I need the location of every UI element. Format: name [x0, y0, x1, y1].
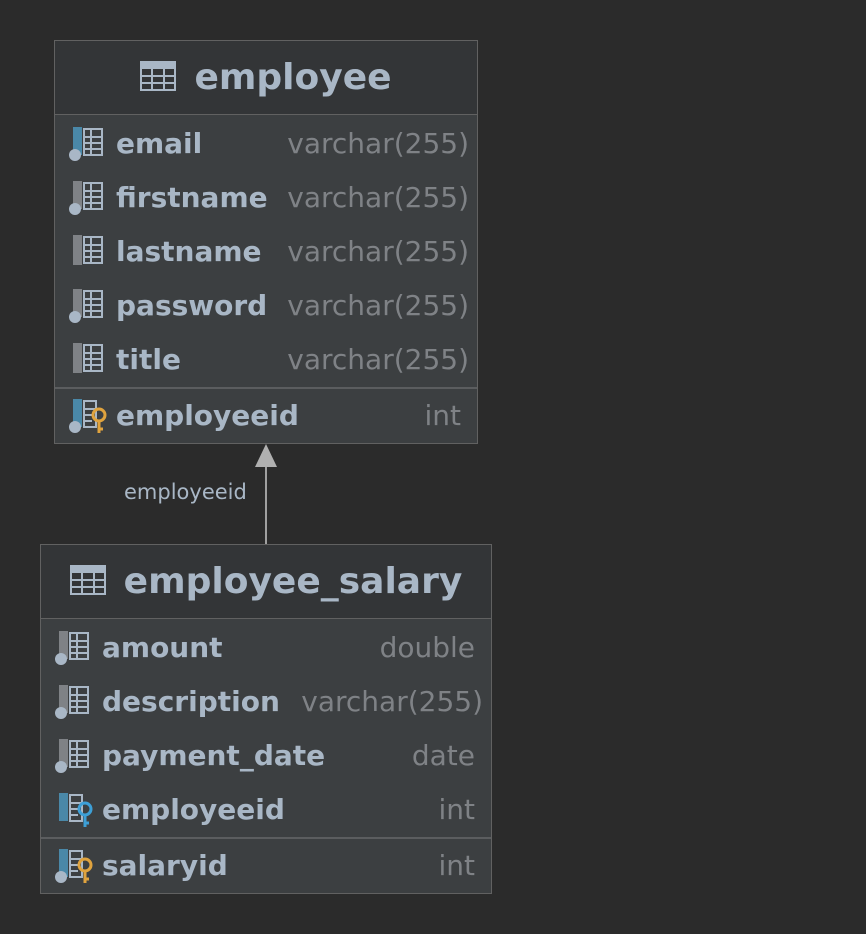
column-notnull-icon [67, 289, 107, 329]
foreign-key-icon [53, 793, 93, 833]
column-row[interactable]: employeeid int [41, 783, 491, 837]
primary-key-icon [67, 399, 107, 439]
column-row[interactable]: title varchar(255) [55, 333, 477, 387]
column-row[interactable]: lastname varchar(255) [55, 225, 477, 279]
entity-title: employee_salary [123, 561, 463, 602]
column-type: varchar(255) [287, 343, 469, 376]
primary-key-list: employeeid int [55, 389, 477, 443]
primary-key-list: salaryid int [41, 839, 491, 893]
column-name: title [116, 343, 181, 376]
column-type: varchar(255) [287, 289, 469, 322]
column-row[interactable]: email varchar(255) [55, 117, 477, 171]
column-name: lastname [116, 235, 262, 268]
column-name: email [116, 127, 203, 160]
column-name: salaryid [102, 849, 228, 882]
column-type: varchar(255) [287, 235, 469, 268]
column-notnull-icon [53, 739, 93, 779]
column-type: int [438, 793, 475, 826]
column-name: employeeid [116, 399, 299, 432]
relation-label: employeeid [124, 480, 247, 504]
column-type: double [379, 631, 475, 664]
column-notnull-icon [53, 631, 93, 671]
column-name: password [116, 289, 268, 322]
column-row[interactable]: password varchar(255) [55, 279, 477, 333]
column-notnull-icon [53, 685, 93, 725]
column-row[interactable]: amount double [41, 621, 491, 675]
column-list: email varchar(255) firstname varchar(255… [55, 115, 477, 387]
column-type: varchar(255) [301, 685, 483, 718]
primary-key-icon [53, 849, 93, 889]
column-list: amount double description varchar(255) p… [41, 619, 491, 837]
entity-header: employee_salary [41, 545, 491, 619]
primary-key-row[interactable]: employeeid int [55, 389, 477, 443]
column-type: varchar(255) [287, 181, 469, 214]
table-icon [69, 564, 106, 599]
column-row[interactable]: payment_date date [41, 729, 491, 783]
column-name: amount [102, 631, 223, 664]
column-type: date [411, 739, 475, 772]
column-name: employeeid [102, 793, 285, 826]
entity-employee[interactable]: employee email varchar(255) firstname va… [54, 40, 478, 444]
column-icon [67, 235, 107, 275]
column-row[interactable]: description varchar(255) [41, 675, 491, 729]
entity-employee-salary[interactable]: employee_salary amount double descriptio… [40, 544, 492, 894]
column-icon [67, 343, 107, 383]
primary-key-row[interactable]: salaryid int [41, 839, 491, 893]
column-type: int [424, 399, 461, 432]
table-icon [140, 60, 177, 95]
column-name: payment_date [102, 739, 326, 772]
column-name: description [102, 685, 280, 718]
column-type: int [438, 849, 475, 882]
column-notnull-icon [67, 127, 107, 167]
entity-header: employee [55, 41, 477, 115]
column-name: firstname [116, 181, 268, 214]
column-row[interactable]: firstname varchar(255) [55, 171, 477, 225]
column-type: varchar(255) [287, 127, 469, 160]
column-notnull-icon [67, 181, 107, 221]
entity-title: employee [194, 57, 392, 98]
relation-arrowhead [255, 444, 277, 467]
